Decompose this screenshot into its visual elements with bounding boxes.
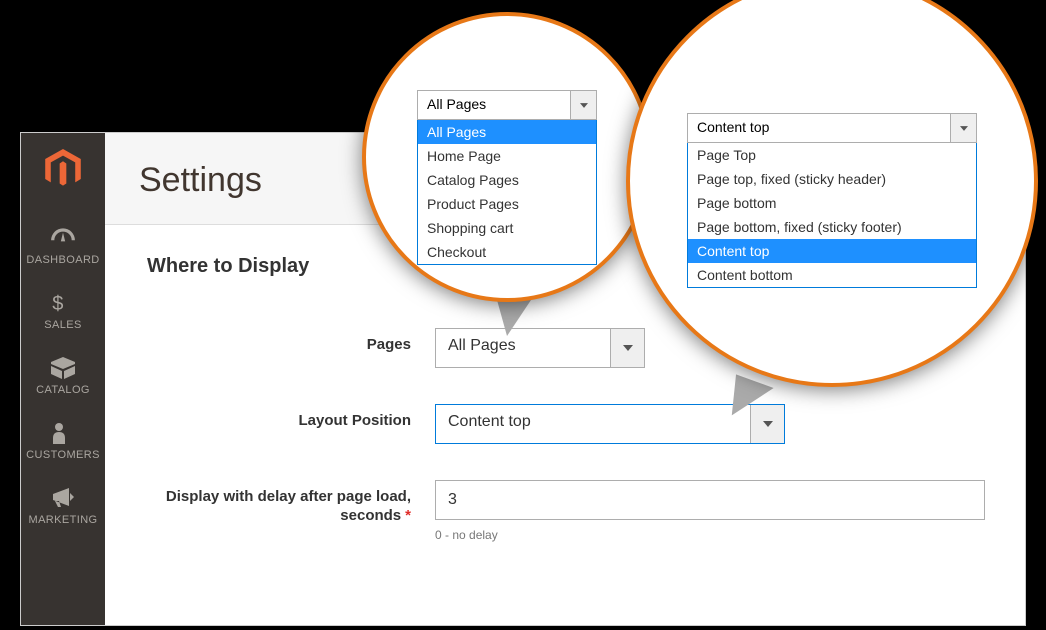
field-layout-position: Layout Position Content top: [145, 404, 985, 444]
sidebar: DASHBOARD $ SALES CATALOG CUSTOMERS MARK…: [21, 133, 105, 625]
gauge-icon: [50, 227, 76, 249]
layout-select-value: Content top: [436, 405, 750, 443]
pages-label: Pages: [145, 328, 435, 355]
sidebar-item-label: CATALOG: [36, 384, 90, 396]
dropdown-option[interactable]: Shopping cart: [418, 216, 596, 240]
dropdown-option[interactable]: Home Page: [418, 144, 596, 168]
callout-pages-dropdown: All Pages All PagesHome PageCatalog Page…: [362, 12, 652, 302]
dropdown-option[interactable]: Product Pages: [418, 192, 596, 216]
dropdown-option[interactable]: Page top, fixed (sticky header): [688, 167, 976, 191]
dropdown-option[interactable]: Content top: [688, 239, 976, 263]
sidebar-item-catalog[interactable]: CATALOG: [21, 345, 105, 410]
dropdown-option[interactable]: Checkout: [418, 240, 596, 264]
dropdown-option[interactable]: Page Top: [688, 143, 976, 167]
dollar-icon: $: [50, 292, 76, 314]
dropdown-option[interactable]: All Pages: [418, 120, 596, 144]
layout-options-list: Page TopPage top, fixed (sticky header)P…: [687, 143, 977, 288]
field-delay: Display with delay after page load, seco…: [145, 480, 985, 542]
chevron-down-icon: [570, 91, 596, 119]
dropdown-option[interactable]: Page bottom: [688, 191, 976, 215]
pages-mini-select-value: All Pages: [418, 91, 570, 119]
dropdown-option[interactable]: Content bottom: [688, 263, 976, 287]
pages-options-list: All PagesHome PageCatalog PagesProduct P…: [417, 120, 597, 265]
sidebar-item-customers[interactable]: CUSTOMERS: [21, 410, 105, 475]
sidebar-item-label: MARKETING: [29, 514, 98, 526]
delay-input[interactable]: [435, 480, 985, 520]
pages-select[interactable]: All Pages: [435, 328, 645, 368]
required-asterisk: *: [405, 507, 411, 524]
box-icon: [50, 357, 76, 379]
layout-mini-select-value: Content top: [688, 114, 950, 142]
layout-label: Layout Position: [145, 404, 435, 431]
sidebar-item-label: SALES: [44, 319, 81, 331]
pages-mini-select[interactable]: All Pages: [417, 90, 597, 120]
callout-pointer-icon: [497, 300, 531, 336]
layout-mini-select[interactable]: Content top: [687, 113, 977, 143]
dropdown-option[interactable]: Page bottom, fixed (sticky footer): [688, 215, 976, 239]
chevron-down-icon: [610, 329, 644, 367]
delay-hint: 0 - no delay: [435, 528, 985, 542]
megaphone-icon: [50, 487, 76, 509]
chevron-down-icon: [950, 114, 976, 142]
sidebar-item-label: DASHBOARD: [26, 254, 99, 266]
sidebar-item-sales[interactable]: $ SALES: [21, 280, 105, 345]
delay-label: Display with delay after page load, seco…: [145, 480, 435, 526]
sidebar-item-marketing[interactable]: MARKETING: [21, 475, 105, 540]
dropdown-option[interactable]: Catalog Pages: [418, 168, 596, 192]
person-icon: [50, 422, 76, 444]
svg-text:$: $: [52, 293, 64, 314]
sidebar-item-label: CUSTOMERS: [26, 449, 100, 461]
sidebar-item-dashboard[interactable]: DASHBOARD: [21, 215, 105, 280]
magento-logo-icon: [43, 147, 83, 191]
